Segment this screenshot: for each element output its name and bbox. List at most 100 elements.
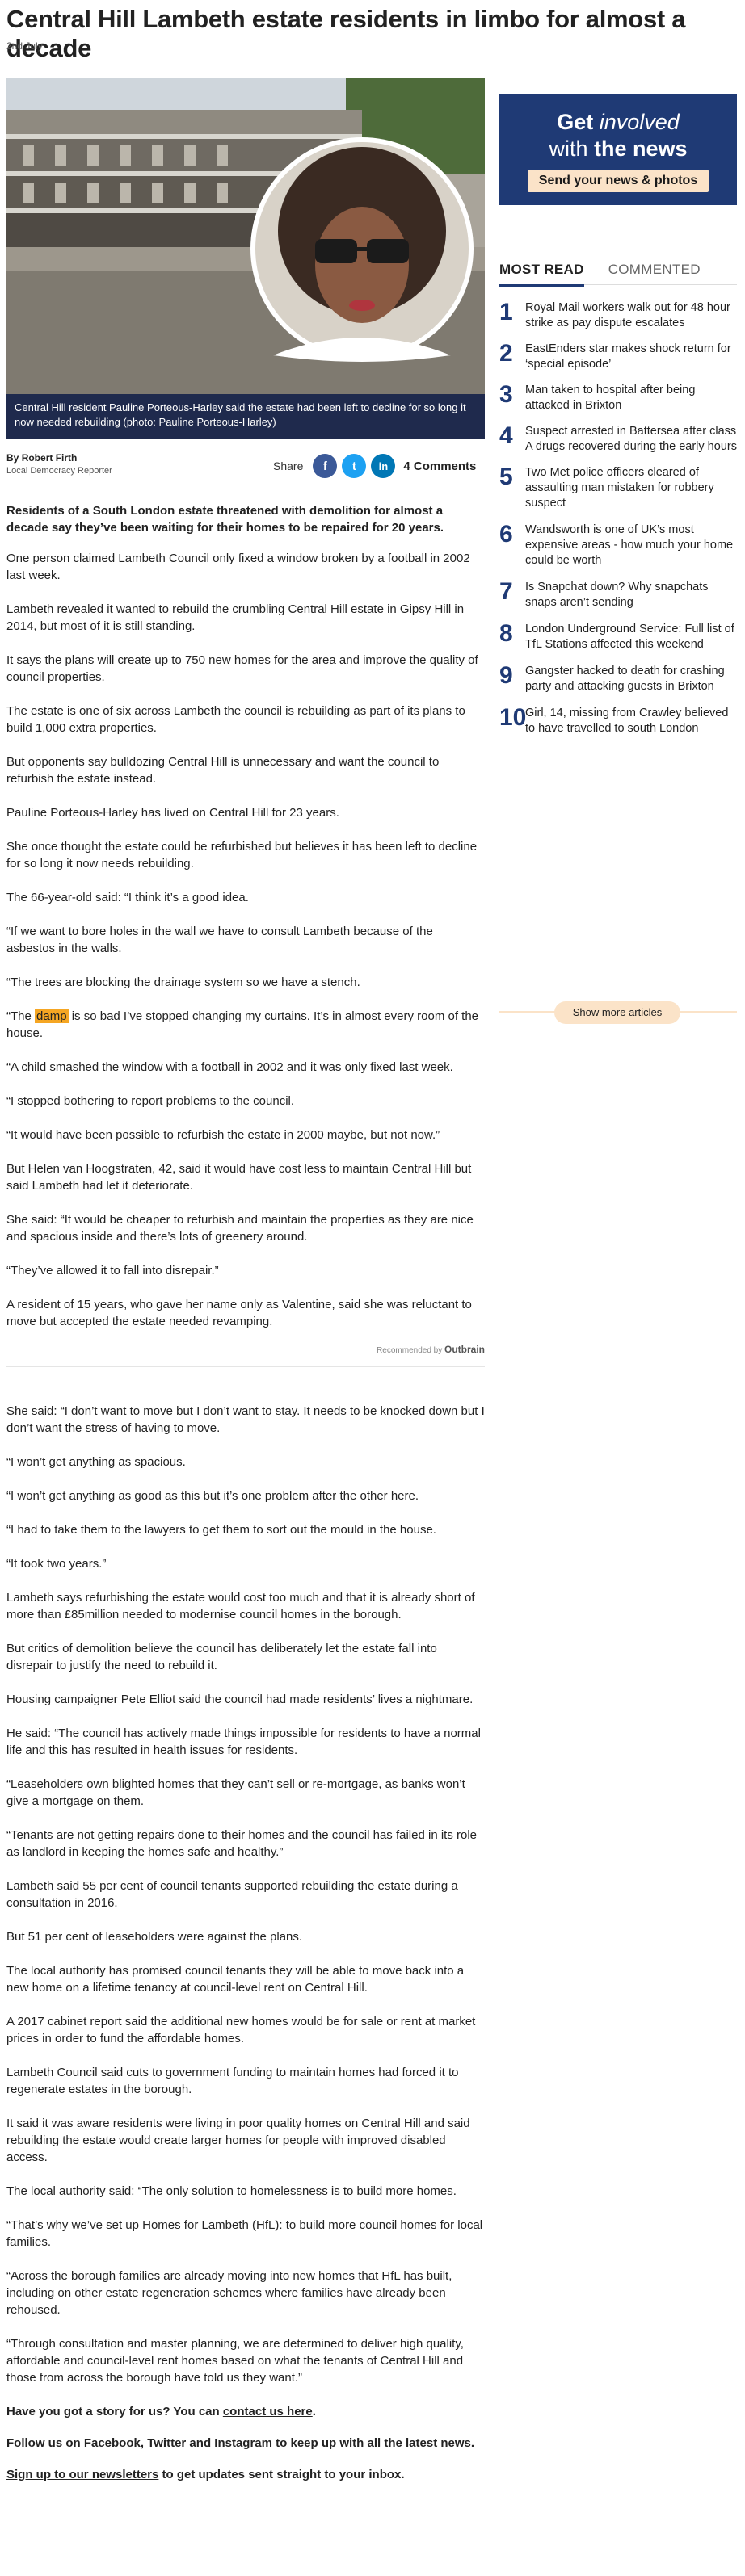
most-read-item[interactable]: 7 Is Snapchat down? Why snapchats snaps a…: [499, 580, 737, 610]
article-paragraph: One person claimed Lambeth Council only …: [6, 552, 470, 582]
newsletter-signup-link[interactable]: Sign up to our newsletters: [6, 2468, 158, 2482]
outbrain-attribution[interactable]: Recommended by Outbrain: [6, 1344, 485, 1367]
article-paragraph: Housing campaigner Pete Elliot said the …: [6, 1693, 474, 1706]
promo-line-1: Get involved: [499, 110, 737, 135]
most-read-headline[interactable]: London Underground Service: Full list of…: [525, 622, 737, 652]
most-read-item[interactable]: 5 Two Met police officers cleared of assa…: [499, 465, 737, 511]
share-bar: Share f t in 4 Comments: [273, 454, 476, 478]
most-read-headline[interactable]: EastEnders star makes shock return for ‘…: [525, 342, 737, 372]
share-label: Share: [273, 459, 304, 472]
hero-image-block: Central Hill resident Pauline Porteous-H…: [6, 78, 485, 439]
article-paragraph: “I won’t get anything as good as this bu…: [6, 1489, 419, 1503]
twitter-share-icon[interactable]: t: [342, 454, 367, 478]
article-paragraph: The local authority has promised council…: [6, 1964, 465, 1995]
byline-prefix: By: [6, 452, 22, 464]
article-paragraph: “I had to take them to the lawyers to ge…: [6, 1523, 436, 1537]
most-read-rank: 5: [499, 464, 513, 490]
most-read-rank: 10: [499, 704, 527, 731]
tab-most-read[interactable]: MOST READ: [499, 262, 584, 287]
outbrain-logo: Outbrain: [444, 1344, 485, 1355]
article-paragraph: It says the plans will create up to 750 …: [6, 653, 478, 684]
newsletter-cta: Sign up to our newsletters to get update…: [6, 2466, 485, 2483]
cta-text: Follow us on: [6, 2436, 84, 2450]
most-read-item[interactable]: 4 Suspect arrested in Battersea after cla…: [499, 424, 737, 455]
promo-text: involved: [599, 110, 680, 134]
cta-text: .: [312, 2405, 316, 2419]
most-read-item[interactable]: 3 Man taken to hospital after being attac…: [499, 383, 737, 413]
most-read-item[interactable]: 8 London Underground Service: Full list o…: [499, 622, 737, 652]
instagram-link[interactable]: Instagram: [214, 2436, 272, 2450]
tab-commented[interactable]: COMMENTED: [608, 262, 701, 278]
article-paragraph: Pauline Porteous-Harley has lived on Cen…: [6, 806, 339, 820]
most-read-item[interactable]: 6 Wandsworth is one of UK’s most expensiv…: [499, 522, 737, 568]
story-cta: Have you got a story for us? You can con…: [6, 2403, 485, 2420]
twitter-link[interactable]: Twitter: [147, 2436, 186, 2450]
show-more-button[interactable]: Show more articles: [554, 1001, 680, 1024]
most-read-tabs: MOST READ COMMENTED: [499, 262, 737, 287]
most-read-rank: 7: [499, 578, 513, 605]
article-paragraph: “They’ve allowed it to fall into disrepa…: [6, 1264, 219, 1278]
most-read-headline[interactable]: Man taken to hospital after being attack…: [525, 383, 737, 413]
promo-text: the news: [594, 136, 688, 161]
most-read-headline[interactable]: Girl, 14, missing from Crawley believed …: [525, 706, 737, 736]
facebook-share-icon[interactable]: f: [313, 454, 338, 478]
most-read-headline[interactable]: Wandsworth is one of UK’s most expensive…: [525, 522, 737, 568]
most-read-headline[interactable]: Two Met police officers cleared of assau…: [525, 465, 737, 511]
most-read-rank: 4: [499, 422, 513, 449]
article-paragraphs-c: She said: “I don’t want to move but I do…: [6, 1403, 485, 2386]
most-read-item[interactable]: 2 EastEnders star makes shock return for …: [499, 342, 737, 372]
facebook-link[interactable]: Facebook: [84, 2436, 141, 2450]
contact-us-link[interactable]: contact us here: [223, 2405, 313, 2419]
article-paragraph: The 66-year-old said: “I think it’s a go…: [6, 891, 249, 904]
byline: By Robert Firth: [6, 452, 77, 464]
article-paragraph: But 51 per cent of leaseholders were aga…: [6, 1930, 303, 1944]
article-paragraph: It said it was aware residents were livi…: [6, 2117, 470, 2164]
most-read-item[interactable]: 1 Royal Mail workers walk out for 48 hour…: [499, 300, 737, 331]
article-paragraphs-b: “A child smashed the window with a footb…: [6, 1059, 485, 1330]
article-paragraph: The local authority said: “The only solu…: [6, 2184, 457, 2198]
most-read-headline[interactable]: Is Snapchat down? Why snapchats snaps ar…: [525, 580, 737, 610]
most-read-headline[interactable]: Royal Mail workers walk out for 48 hour …: [525, 300, 737, 331]
most-read-item[interactable]: 10 Girl, 14, missing from Crawley believe…: [499, 706, 737, 736]
article-paragraph: A resident of 15 years, who gave her nam…: [6, 1298, 472, 1328]
article-paragraphs-a: One person claimed Lambeth Council only …: [6, 550, 485, 991]
cta-text: Have you got a story for us? You can: [6, 2405, 223, 2419]
article-paragraph: But opponents say bulldozing Central Hil…: [6, 755, 440, 786]
recommended-label: Recommended by: [377, 1346, 443, 1355]
article-paragraph: “I won’t get anything as spacious.: [6, 1455, 186, 1469]
most-read-list: 1 Royal Mail workers walk out for 48 hour…: [499, 300, 737, 748]
article-paragraph: “Tenants are not getting repairs done to…: [6, 1828, 478, 1859]
article-paragraph: But Helen van Hoogstraten, 42, said it w…: [6, 1162, 472, 1193]
article-paragraph: He said: “The council has actively made …: [6, 1726, 481, 1757]
most-read-headline[interactable]: Gangster hacked to death for crashing pa…: [525, 664, 737, 694]
most-read-item[interactable]: 9 Gangster hacked to death for crashing p…: [499, 664, 737, 694]
cta-text: to get updates sent straight to your inb…: [158, 2468, 405, 2482]
cta-text: and: [186, 2436, 215, 2450]
article-paragraph: “Through consultation and master plannin…: [6, 2337, 464, 2385]
publish-date: 2nd July: [6, 40, 43, 52]
promo-text: Get: [557, 110, 600, 134]
most-read-headline[interactable]: Suspect arrested in Battersea after clas…: [525, 424, 737, 455]
promo-text: with: [549, 136, 594, 161]
article-paragraph: Lambeth said 55 per cent of council tena…: [6, 1879, 458, 1910]
most-read-rank: 2: [499, 340, 513, 367]
author-name[interactable]: Robert Firth: [22, 452, 78, 464]
headline: Central Hill Lambeth estate residents in…: [6, 5, 686, 62]
article-paragraph: “If we want to bore holes in the wall we…: [6, 925, 433, 955]
show-more-divider: Show more articles: [499, 1001, 737, 1024]
get-involved-promo: Get involved with the news Send your new…: [499, 94, 737, 205]
article-paragraph: She said: “It would be cheaper to refurb…: [6, 1213, 474, 1244]
article-paragraph: “It took two years.”: [6, 1557, 107, 1571]
most-read-rank: 9: [499, 662, 513, 689]
article-paragraph: “Leaseholders own blighted homes that th…: [6, 1777, 465, 1808]
send-news-button[interactable]: Send your news & photos: [527, 170, 709, 192]
linkedin-share-icon[interactable]: in: [371, 454, 396, 478]
divider: [6, 1366, 485, 1367]
article-paragraph: “It would have been possible to refurbis…: [6, 1128, 440, 1142]
article-body: Residents of a South London estate threa…: [6, 502, 485, 2498]
hero-caption: Central Hill resident Pauline Porteous-H…: [6, 394, 485, 439]
comments-link[interactable]: 4 Comments: [403, 459, 476, 473]
article-paragraph: The estate is one of six across Lambeth …: [6, 704, 465, 735]
article-paragraph: But critics of demolition believe the co…: [6, 1642, 437, 1672]
follow-cta: Follow us on Facebook, Twitter and Insta…: [6, 2435, 485, 2452]
